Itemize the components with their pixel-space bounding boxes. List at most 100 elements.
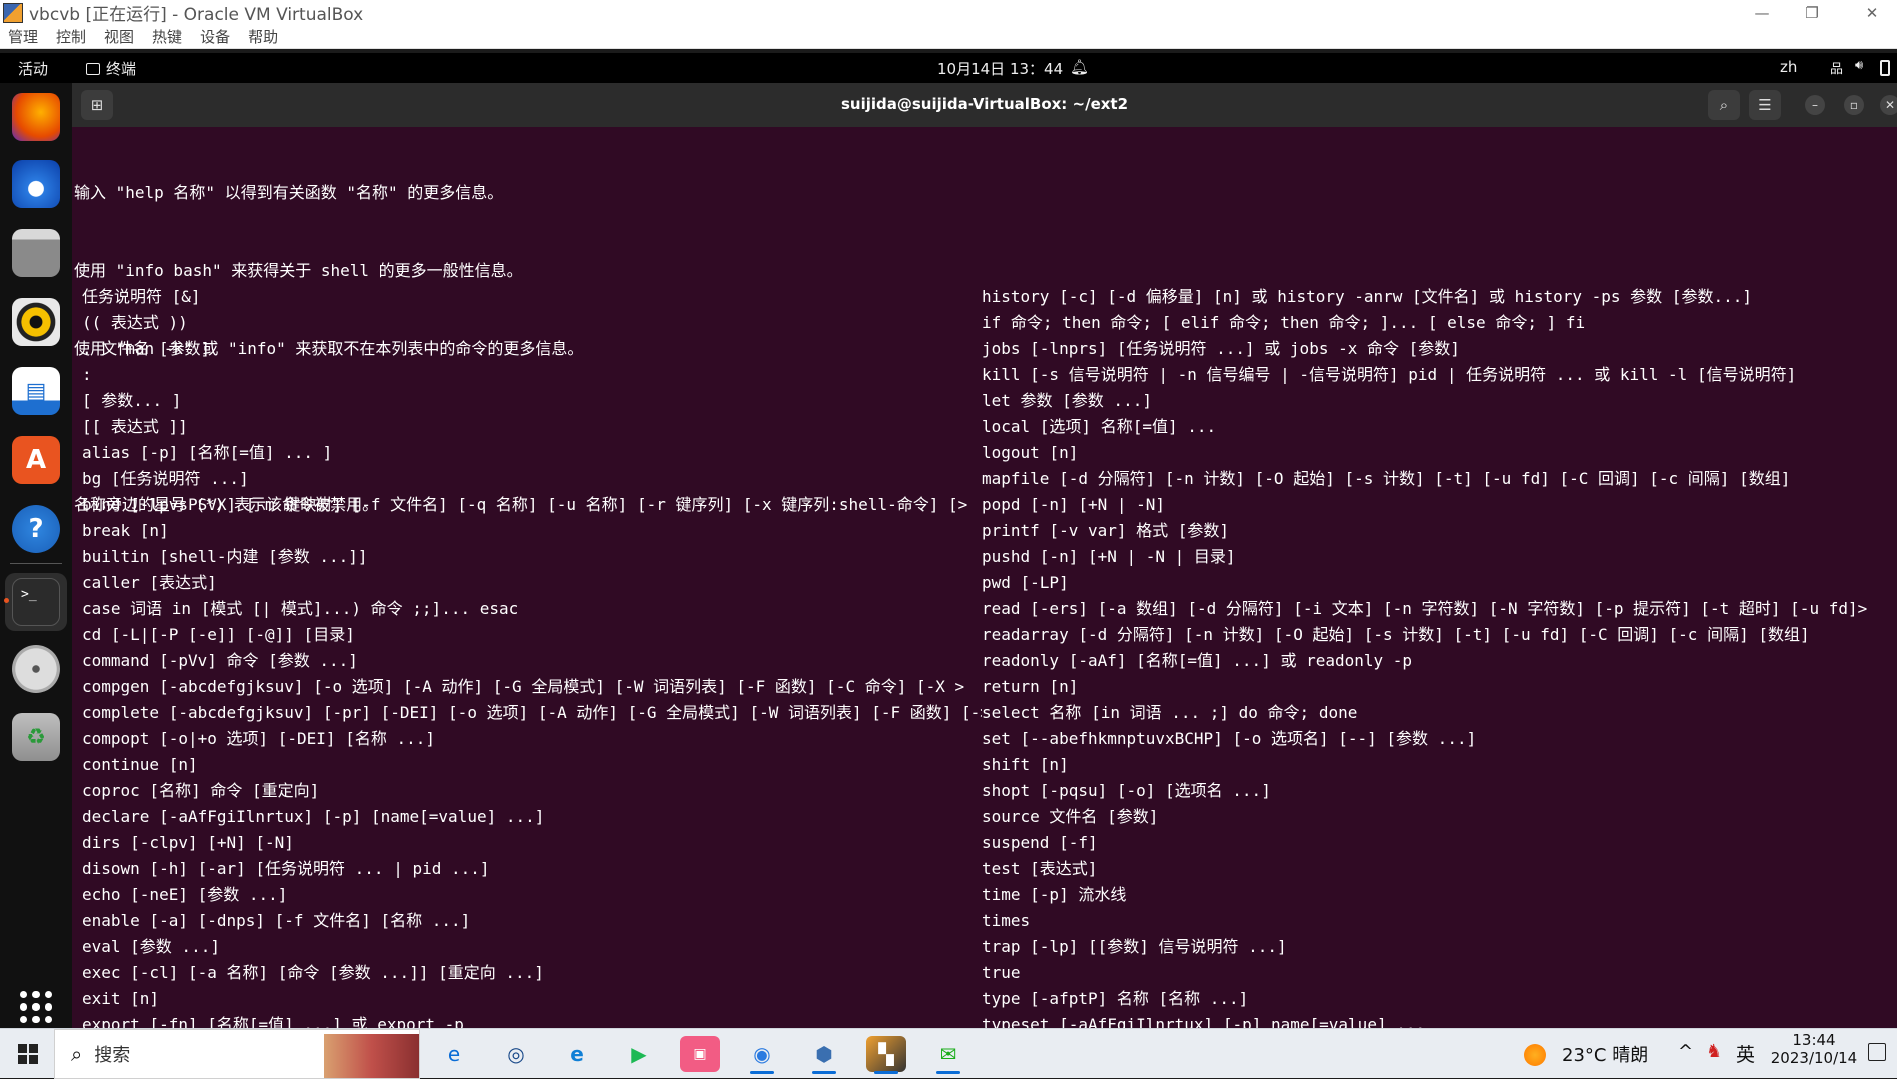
taskbar-search-box[interactable]: ⌕ 搜索 <box>54 1029 420 1079</box>
taskbar-clock[interactable]: 13:44 2023/10/14 <box>1768 1031 1860 1067</box>
command-entry: typeset [-aAfFgiIlnrtux] [-p] name[=valu… <box>982 1015 1426 1028</box>
command-entry: history [-c] [-d 偏移量] [n] 或 history -anr… <box>982 287 1752 306</box>
command-entry: cd [-L|[-P [-e]] [-@]] [目录] <box>82 625 355 644</box>
command-entry: let 参数 [参数 ...] <box>982 391 1152 410</box>
clock[interactable]: 10月14日 13：44 <box>937 58 1063 79</box>
command-entry: shopt [-pqsu] [-o] [选项名 ...] <box>982 781 1271 800</box>
menu-hotkeys[interactable]: 热键 <box>152 26 182 47</box>
rhythmbox-icon[interactable] <box>12 298 60 346</box>
command-entry: kill [-s 信号说明符 | -n 信号编号 | -信号说明符] pid |… <box>982 365 1797 384</box>
command-entry: exit [n] <box>82 989 160 1008</box>
command-entry: : <box>82 365 92 384</box>
edge-icon[interactable]: e <box>557 1036 597 1072</box>
command-entry: pwd [-LP] <box>982 573 1069 592</box>
show-apps-icon[interactable] <box>20 991 52 1023</box>
command-entry: coproc [名称] 命令 [重定向] <box>82 781 320 800</box>
virtualbox-taskbar-icon[interactable]: ⬢ <box>804 1036 844 1074</box>
weather-sun-icon[interactable] <box>1524 1044 1546 1066</box>
command-entry: eval [参数 ...] <box>82 937 220 956</box>
command-entry: compopt [-o|+o 选项] [-DEI] [名称 ...] <box>82 729 435 748</box>
command-entry: echo [-neE] [参数 ...] <box>82 885 288 904</box>
command-entry: (( 表达式 )) <box>82 313 188 332</box>
close-button[interactable]: ✕ <box>1850 0 1894 25</box>
minimize-icon[interactable]: – <box>1805 95 1825 115</box>
menu-control[interactable]: 控制 <box>56 26 86 47</box>
jetbrains-icon[interactable]: ▚ <box>866 1036 906 1074</box>
virtualbox-menubar: 管理 控制 视图 热键 设备 帮助 <box>0 25 1897 49</box>
menu-manage[interactable]: 管理 <box>8 26 38 47</box>
battery-icon[interactable] <box>1880 60 1890 76</box>
cortana-icon[interactable]: ◎ <box>496 1036 536 1072</box>
active-indicator <box>936 1071 960 1074</box>
start-button[interactable] <box>18 1044 38 1064</box>
command-list-left: 任务说明符 [&] (( 表达式 )) . 文件名 [参数]: [ 参数... ] [[… <box>82 284 982 1028</box>
bilibili-icon[interactable]: ▣ <box>680 1036 720 1072</box>
command-entry: enable [-a] [-dnps] [-f 文件名] [名称 ...] <box>82 911 471 930</box>
weather-text[interactable]: 23°C 晴朗 <box>1562 1041 1648 1067</box>
menu-help[interactable]: 帮助 <box>248 26 278 47</box>
command-entry: select 名称 [in 词语 ... ;] do 命令; done <box>982 703 1358 722</box>
browser-icon[interactable]: ◉ <box>742 1036 782 1074</box>
libreoffice-writer-icon[interactable]: ▤ <box>12 367 60 415</box>
activities-button[interactable]: 活动 <box>18 58 48 79</box>
files-icon[interactable] <box>12 229 60 277</box>
command-entry: printf [-v var] 格式 [参数] <box>982 521 1230 540</box>
command-entry: [ 参数... ] <box>82 391 182 410</box>
notification-center-icon[interactable] <box>1868 1043 1886 1061</box>
command-entry: [[ 表达式 ]] <box>82 417 188 436</box>
command-entry: declare [-aAfFgiIlnrtux] [-p] [name[=val… <box>82 807 545 826</box>
terminal-output[interactable]: 输入 "help 名称" 以得到有关函数 "名称" 的更多信息。 使用 "inf… <box>72 127 1897 1028</box>
media-player-icon[interactable]: ▶ <box>619 1036 659 1072</box>
command-entry: set [--abefhkmnptuvxBCHP] [-o 选项名] [--] … <box>982 729 1477 748</box>
active-indicator <box>750 1071 774 1074</box>
search-icon[interactable]: ⌕ <box>1708 90 1740 120</box>
command-entry: local [选项] 名称[=值] ... <box>982 417 1217 436</box>
command-entry: read [-ers] [-a 数组] [-d 分隔符] [-i 文本] [-n… <box>982 599 1868 618</box>
minimize-button[interactable]: — <box>1740 0 1784 25</box>
network-icon[interactable]: 品 <box>1830 58 1843 77</box>
terminal-icon[interactable]: >_ <box>12 578 60 626</box>
intro-line: 输入 "help 名称" 以得到有关函数 "名称" 的更多信息。 <box>74 183 504 202</box>
command-entry: disown [-h] [-ar] [任务说明符 ... | pid ...] <box>82 859 490 878</box>
wechat-icon[interactable]: ✉ <box>928 1036 968 1074</box>
app-menu[interactable]: 终端 <box>86 58 136 79</box>
dvd-icon[interactable] <box>12 645 60 693</box>
terminal-window: ⊞ suijida@suijida-VirtualBox: ~/ext2 ⌕ ☰… <box>72 83 1897 1028</box>
command-entry: type [-afptP] 名称 [名称 ...] <box>982 989 1249 1008</box>
restore-button[interactable]: ❐ <box>1790 0 1834 25</box>
command-entry: times <box>982 911 1031 930</box>
maximize-icon[interactable]: ▫ <box>1844 95 1864 115</box>
ime-indicator[interactable]: 英 <box>1736 1040 1755 1067</box>
volume-icon[interactable]: 🔊︎ <box>1855 58 1863 73</box>
intro-line: 使用 "info bash" 来获得关于 shell 的更多一般性信息。 <box>74 261 523 280</box>
close-icon[interactable]: ✕ <box>1880 95 1897 115</box>
app-center-icon[interactable]: A <box>12 436 60 484</box>
tray-chevron-icon[interactable]: ^ <box>1678 1041 1693 1062</box>
help-icon[interactable]: ? <box>12 505 60 553</box>
hamburger-menu-icon[interactable]: ☰ <box>1749 90 1781 120</box>
app-menu-label: 终端 <box>106 60 137 78</box>
trash-icon[interactable]: ♻ <box>12 713 60 761</box>
active-indicator <box>812 1071 836 1074</box>
command-entry: readarray [-d 分隔符] [-n 计数] [-O 起始] [-s 计… <box>982 625 1810 644</box>
command-entry: true <box>982 963 1021 982</box>
running-indicator <box>4 598 9 603</box>
menu-devices[interactable]: 设备 <box>200 26 230 47</box>
command-list-right: history [-c] [-d 偏移量] [n] 或 history -anr… <box>982 284 1897 1028</box>
command-entry: trap [-lp] [[参数] 信号说明符 ...] <box>982 937 1287 956</box>
command-entry: test [表达式] <box>982 859 1098 878</box>
menu-view[interactable]: 视图 <box>104 26 134 47</box>
command-entry: readonly [-aAf] [名称[=值] ...] 或 readonly … <box>982 651 1413 670</box>
firefox-icon[interactable] <box>12 93 60 141</box>
edge-beta-icon[interactable]: e <box>434 1036 474 1072</box>
window-title: vbcvb [正在运行] - Oracle VM VirtualBox <box>29 5 364 25</box>
input-method-indicator[interactable]: zh <box>1780 58 1797 76</box>
dock-separator <box>10 563 62 564</box>
command-entry: continue [n] <box>82 755 198 774</box>
command-entry: command [-pVv] 命令 [参数 ...] <box>82 651 358 670</box>
thunderbird-icon[interactable] <box>12 160 60 208</box>
command-entry: export [-fn] [名称[=值] ...] 或 export -p <box>82 1015 464 1028</box>
qq-tray-icon[interactable]: ♞ <box>1706 1041 1722 1062</box>
command-entry: popd [-n] [+N | -N] <box>982 495 1166 514</box>
command-entry: mapfile [-d 分隔符] [-n 计数] [-O 起始] [-s 计数]… <box>982 469 1791 488</box>
